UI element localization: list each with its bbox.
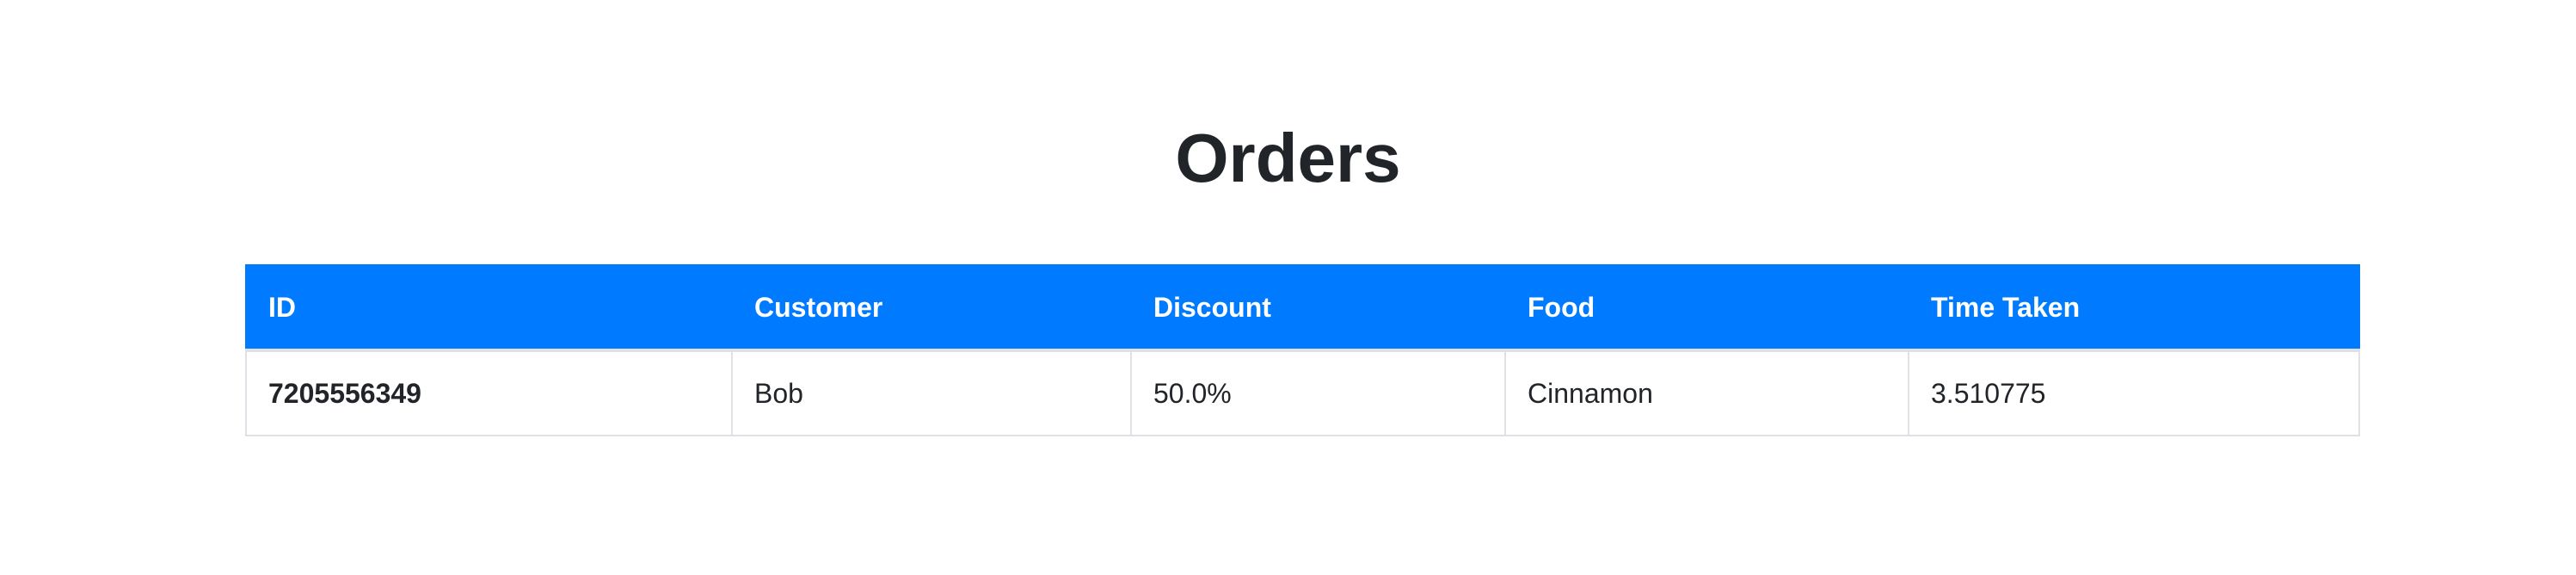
order-id-cell: 7205556349 bbox=[245, 349, 733, 436]
orders-table: ID Customer Discount Food Time Taken 720… bbox=[245, 264, 2360, 436]
orders-table-header: ID Customer Discount Food Time Taken bbox=[245, 264, 2360, 352]
column-header-id: ID bbox=[245, 264, 733, 352]
table-row: 7205556349 Bob 50.0% Cinnamon 3.510775 bbox=[245, 349, 2360, 436]
food-cell: Cinnamon bbox=[1504, 349, 1909, 436]
orders-page: Orders ID Customer Discount Food Time Ta… bbox=[0, 0, 2576, 575]
time-taken-cell: 3.510775 bbox=[1908, 349, 2360, 436]
page-title: Orders bbox=[1175, 120, 1401, 196]
column-header-discount: Discount bbox=[1130, 264, 1506, 352]
customer-cell: Bob bbox=[731, 349, 1132, 436]
orders-table-container: ID Customer Discount Food Time Taken 720… bbox=[245, 264, 2360, 436]
column-header-customer: Customer bbox=[731, 264, 1132, 352]
column-header-time-taken: Time Taken bbox=[1908, 264, 2360, 352]
discount-cell: 50.0% bbox=[1130, 349, 1506, 436]
orders-table-body: 7205556349 Bob 50.0% Cinnamon 3.510775 bbox=[245, 349, 2360, 436]
column-header-food: Food bbox=[1504, 264, 1909, 352]
header-row: ID Customer Discount Food Time Taken bbox=[245, 264, 2360, 352]
